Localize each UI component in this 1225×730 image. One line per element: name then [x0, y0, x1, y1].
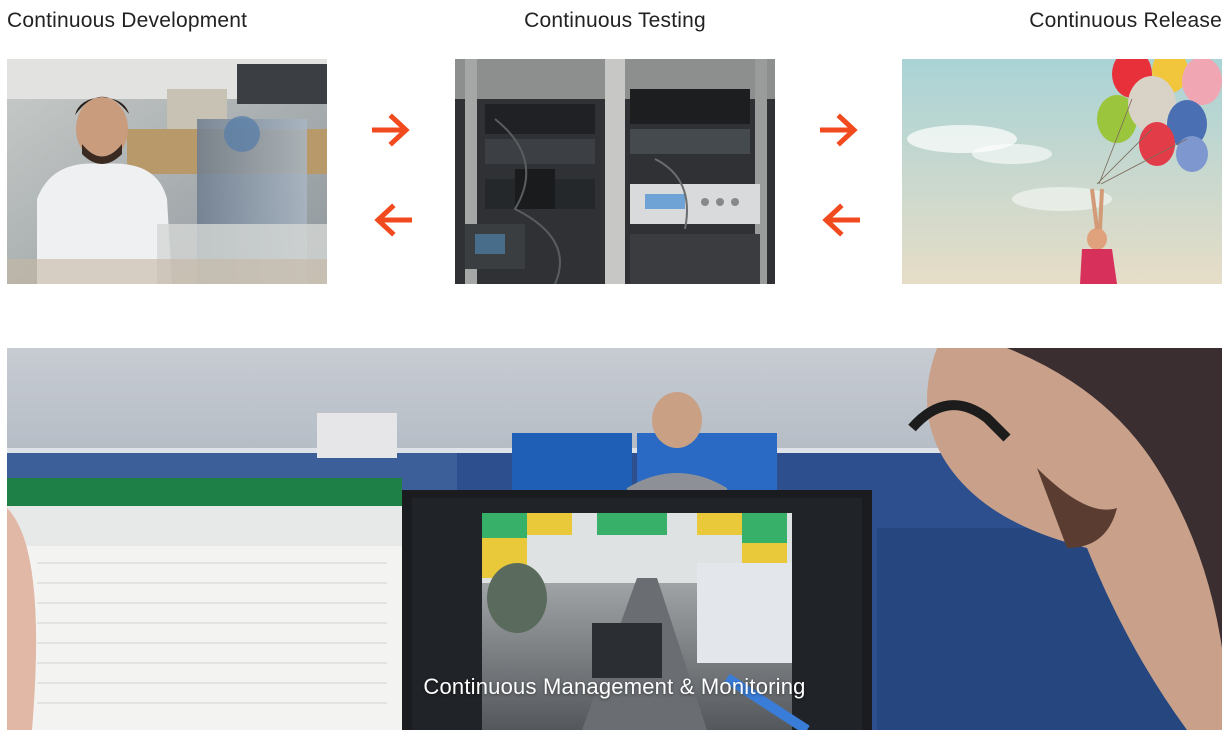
- monitoring-banner: Continuous Management & Monitoring: [7, 348, 1222, 730]
- arrow-right-icon: [820, 113, 860, 147]
- banner-caption: Continuous Management & Monitoring: [423, 674, 806, 699]
- development-photo: [7, 59, 327, 284]
- arrow-right-icon: [372, 113, 412, 147]
- release-photo: [902, 59, 1222, 284]
- arrow-left-icon: [820, 203, 860, 237]
- testing-photo: [455, 59, 775, 284]
- stage-title-testing: Continuous Testing: [524, 9, 706, 32]
- arrow-left-icon: [372, 203, 412, 237]
- stage-title-development: Continuous Development: [7, 9, 248, 32]
- stage-title-release: Continuous Release: [1029, 9, 1222, 32]
